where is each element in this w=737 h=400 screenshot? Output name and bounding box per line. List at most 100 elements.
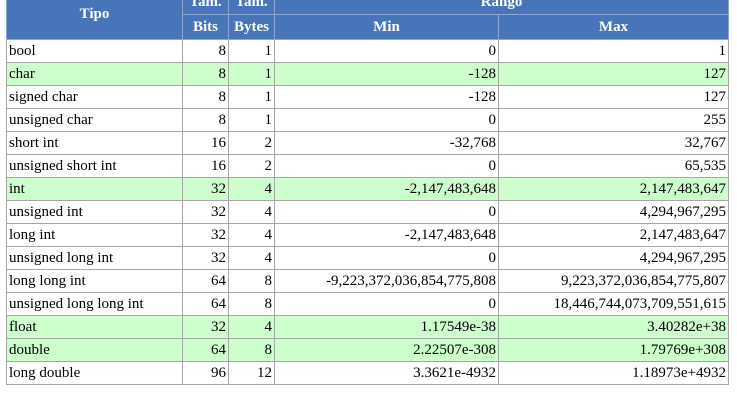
- bits-cell: 8: [182, 85, 229, 109]
- bits-cell: 32: [182, 200, 229, 224]
- bits-cell: 16: [182, 131, 229, 155]
- header-bits: Bits: [182, 14, 229, 40]
- bytes-cell: 1: [228, 108, 275, 132]
- table-row: bool 8 1 0 1: [6, 39, 729, 63]
- type-name-cell: signed char: [6, 85, 183, 109]
- type-name-cell: bool: [6, 39, 183, 63]
- bytes-cell: 8: [228, 292, 275, 316]
- bytes-cell: 1: [228, 85, 275, 109]
- max-cell: 255: [498, 108, 729, 132]
- table-row: unsigned long int 32 4 0 4,294,967,295: [6, 246, 729, 270]
- type-name-cell: char: [6, 62, 183, 86]
- min-cell: 0: [274, 39, 499, 63]
- bits-cell: 64: [182, 338, 229, 362]
- bytes-cell: 4: [228, 246, 275, 270]
- bytes-cell: 4: [228, 200, 275, 224]
- max-cell: 1.18973e+4932: [498, 361, 729, 385]
- min-cell: 0: [274, 246, 499, 270]
- header-bytes-top: Tam.: [228, 0, 275, 15]
- min-cell: -2,147,483,648: [274, 177, 499, 201]
- bytes-cell: 4: [228, 177, 275, 201]
- min-cell: 0: [274, 154, 499, 178]
- max-cell: 127: [498, 62, 729, 86]
- bytes-cell: 4: [228, 315, 275, 339]
- table-row: float 32 4 1.17549e-38 3.40282e+38: [6, 315, 729, 339]
- min-cell: 0: [274, 292, 499, 316]
- table-body: bool 8 1 0 1 char 8 1 -128 127 signed char 8 1 -128 12…: [6, 39, 729, 385]
- bytes-cell: 8: [228, 338, 275, 362]
- bits-cell: 32: [182, 246, 229, 270]
- max-cell: 1.79769e+308: [498, 338, 729, 362]
- type-name-cell: double: [6, 338, 183, 362]
- bytes-cell: 4: [228, 223, 275, 247]
- max-cell: 2,147,483,647: [498, 177, 729, 201]
- min-cell: 0: [274, 108, 499, 132]
- header-bits-top: Tam.: [182, 0, 229, 15]
- min-cell: 3.3621e-4932: [274, 361, 499, 385]
- min-cell: 0: [274, 200, 499, 224]
- max-cell: 2,147,483,647: [498, 223, 729, 247]
- type-name-cell: unsigned long long int: [6, 292, 183, 316]
- bits-cell: 32: [182, 315, 229, 339]
- bits-cell: 64: [182, 269, 229, 293]
- min-cell: 1.17549e-38: [274, 315, 499, 339]
- table-row: char 8 1 -128 127: [6, 62, 729, 86]
- table-row: long long int 64 8 -9,223,372,036,854,775,8…: [6, 269, 729, 293]
- max-cell: 32,767: [498, 131, 729, 155]
- table-row: short int 16 2 -32,768 32,767: [6, 131, 729, 155]
- type-name-cell: unsigned char: [6, 108, 183, 132]
- bits-cell: 32: [182, 223, 229, 247]
- type-name-cell: unsigned int: [6, 200, 183, 224]
- table-row: unsigned char 8 1 0 255: [6, 108, 729, 132]
- type-name-cell: short int: [6, 131, 183, 155]
- bits-cell: 8: [182, 62, 229, 86]
- max-cell: 18,446,744,073,709,551,615: [498, 292, 729, 316]
- min-cell: -128: [274, 62, 499, 86]
- data-types-table: Tipo Tam. Tam. Rango Bits Bytes Min Max …: [6, 0, 729, 385]
- min-cell: -2,147,483,648: [274, 223, 499, 247]
- min-cell: -9,223,372,036,854,775,808: [274, 269, 499, 293]
- type-name-cell: long long int: [6, 269, 183, 293]
- table-row: long double 96 12 3.3621e-4932 1.18973e+4932: [6, 361, 729, 385]
- bytes-cell: 2: [228, 131, 275, 155]
- type-name-cell: long double: [6, 361, 183, 385]
- bits-cell: 16: [182, 154, 229, 178]
- header-rango: Rango: [274, 0, 729, 15]
- bits-cell: 8: [182, 108, 229, 132]
- max-cell: 4,294,967,295: [498, 246, 729, 270]
- bits-cell: 32: [182, 177, 229, 201]
- header-min: Min: [274, 14, 499, 40]
- table-row: signed char 8 1 -128 127: [6, 85, 729, 109]
- bytes-cell: 1: [228, 62, 275, 86]
- table-row: unsigned short int 16 2 0 65,535: [6, 154, 729, 178]
- bits-cell: 96: [182, 361, 229, 385]
- max-cell: 4,294,967,295: [498, 200, 729, 224]
- max-cell: 65,535: [498, 154, 729, 178]
- type-name-cell: int: [6, 177, 183, 201]
- type-name-cell: unsigned short int: [6, 154, 183, 178]
- bytes-cell: 2: [228, 154, 275, 178]
- min-cell: 2.22507e-308: [274, 338, 499, 362]
- table-row: unsigned long long int 64 8 0 18,446,744,073…: [6, 292, 729, 316]
- table-row: unsigned int 32 4 0 4,294,967,295: [6, 200, 729, 224]
- max-cell: 9,223,372,036,854,775,807: [498, 269, 729, 293]
- max-cell: 3.40282e+38: [498, 315, 729, 339]
- table-row: long int 32 4 -2,147,483,648 2,147,483,647: [6, 223, 729, 247]
- table-row: int 32 4 -2,147,483,648 2,147,483,647: [6, 177, 729, 201]
- header-row-top: Tipo Tam. Tam. Rango: [6, 0, 729, 40]
- header-bytes: Bytes: [228, 14, 275, 40]
- bytes-cell: 1: [228, 39, 275, 63]
- header-tipo: Tipo: [6, 0, 183, 40]
- bits-cell: 8: [182, 39, 229, 63]
- bytes-cell: 8: [228, 269, 275, 293]
- type-name-cell: long int: [6, 223, 183, 247]
- max-cell: 1: [498, 39, 729, 63]
- max-cell: 127: [498, 85, 729, 109]
- header-max: Max: [498, 14, 729, 40]
- bytes-cell: 12: [228, 361, 275, 385]
- table-row: double 64 8 2.22507e-308 1.79769e+308: [6, 338, 729, 362]
- type-name-cell: float: [6, 315, 183, 339]
- bits-cell: 64: [182, 292, 229, 316]
- min-cell: -32,768: [274, 131, 499, 155]
- min-cell: -128: [274, 85, 499, 109]
